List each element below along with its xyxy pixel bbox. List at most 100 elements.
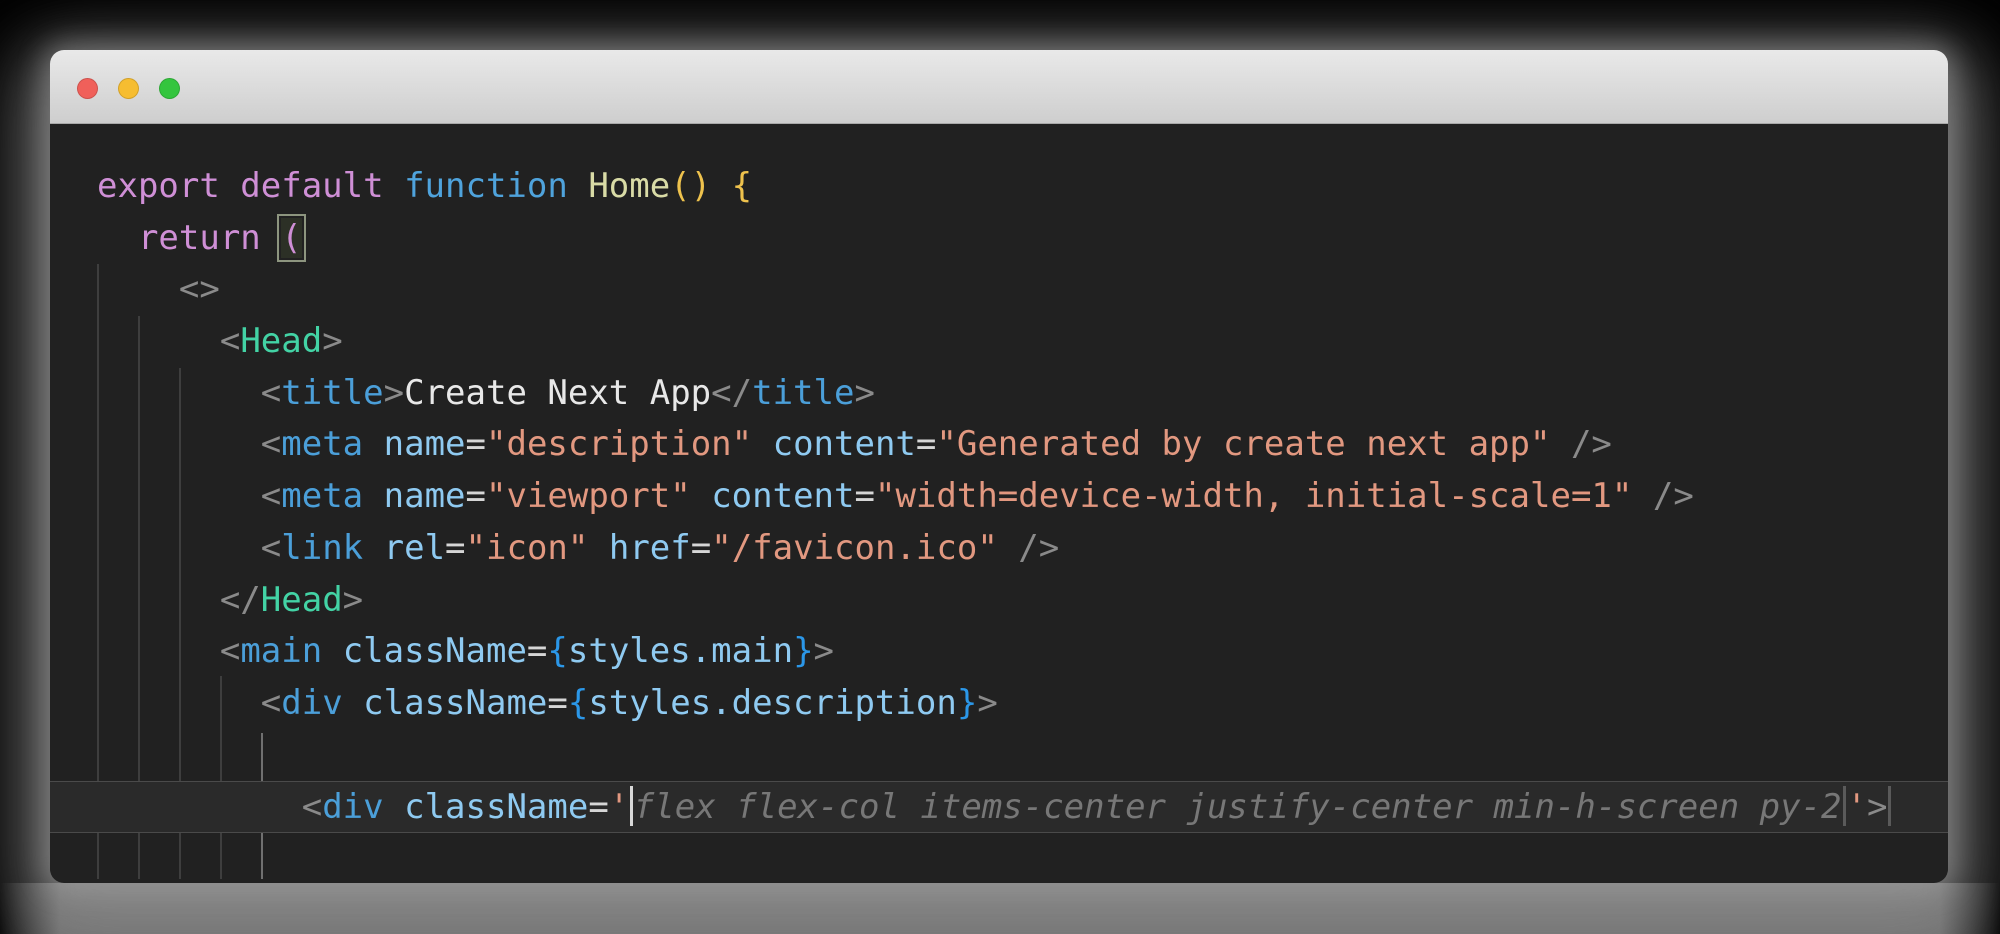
code-line[interactable]: <meta name="viewport" content="width=dev… xyxy=(50,471,1948,523)
token-kw: return xyxy=(138,218,261,258)
ghost-boundary-bar xyxy=(1888,786,1891,826)
code-line[interactable]: <title>Create Next App</title> xyxy=(50,368,1948,420)
token-punct: > xyxy=(1867,787,1887,827)
code-line[interactable]: export default function Home() { xyxy=(50,161,1948,213)
code-area[interactable]: export default function Home() { return … xyxy=(50,124,1948,882)
token-brace: } xyxy=(957,683,977,723)
token-attr: name xyxy=(384,476,466,516)
token-plain xyxy=(261,218,281,258)
token-attr: content xyxy=(711,476,854,516)
token-attr: rel xyxy=(384,528,445,568)
traffic-lights xyxy=(77,78,180,99)
token-kw2: function xyxy=(404,166,568,206)
token-str: "description" xyxy=(486,424,752,464)
token-tag: title xyxy=(281,373,383,413)
token-plain xyxy=(363,476,383,516)
token-plain xyxy=(691,476,711,516)
token-op: = xyxy=(588,787,608,827)
token-punct: < xyxy=(261,373,281,413)
code-line[interactable]: return ( xyxy=(50,213,1948,265)
token-attr: content xyxy=(773,424,916,464)
token-comp: Head xyxy=(240,321,322,361)
token-punct: </ xyxy=(220,580,261,620)
code-line[interactable]: <> xyxy=(50,264,1948,316)
token-op: = xyxy=(691,528,711,568)
token-punct: > xyxy=(384,373,404,413)
token-brace: { xyxy=(568,683,588,723)
zoom-button[interactable] xyxy=(159,78,180,99)
token-str: "width=device-width, initial-scale=1" xyxy=(875,476,1632,516)
token-punct: < xyxy=(302,787,322,827)
text-cursor xyxy=(630,786,634,826)
minimize-button[interactable] xyxy=(118,78,139,99)
token-plain xyxy=(343,683,363,723)
token-punct: < xyxy=(261,476,281,516)
token-plain xyxy=(588,528,608,568)
token-brace: } xyxy=(793,631,813,671)
token-punct: < xyxy=(220,631,240,671)
token-str: "/favicon.ico" xyxy=(711,528,998,568)
code-line[interactable]: <meta name="description" content="Genera… xyxy=(50,419,1948,471)
token-comp: Head xyxy=(261,580,343,620)
token-punct: < xyxy=(220,321,240,361)
token-plain xyxy=(384,166,404,206)
token-brace: { xyxy=(547,631,567,671)
token-tag: div xyxy=(281,683,342,723)
code-line[interactable]: <div className={styles.description}> xyxy=(50,678,1948,730)
token-punct: > xyxy=(322,321,342,361)
code-line[interactable]: </Head> xyxy=(50,575,1948,627)
code-content: export default function Home() { return … xyxy=(50,124,1948,833)
code-line[interactable]: <Head> xyxy=(50,316,1948,368)
token-str: "icon" xyxy=(466,528,589,568)
token-plain xyxy=(998,528,1018,568)
token-tag: meta xyxy=(281,476,363,516)
code-line[interactable]: <main className={styles.main}> xyxy=(50,626,1948,678)
token-fname: Home xyxy=(588,166,670,206)
token-punct: > xyxy=(977,683,997,723)
token-str: "Generated by create next app" xyxy=(936,424,1550,464)
close-button[interactable] xyxy=(77,78,98,99)
token-attr: styles.main xyxy=(568,631,793,671)
code-line[interactable]: <link rel="icon" href="/favicon.ico" /> xyxy=(50,523,1948,575)
token-kw: ( xyxy=(281,218,301,258)
token-plain xyxy=(384,787,404,827)
editor-window: export default function Home() { return … xyxy=(50,50,1948,883)
token-tag: title xyxy=(752,373,854,413)
token-attr: className xyxy=(343,631,527,671)
token-op: = xyxy=(466,476,486,516)
token-punct: /> xyxy=(1571,424,1612,464)
token-plain xyxy=(322,631,342,671)
token-plain xyxy=(568,166,588,206)
code-line-current[interactable]: <div className='flex flex-col items-cent… xyxy=(50,781,1948,833)
token-str: "viewport" xyxy=(486,476,691,516)
token-paren: { xyxy=(732,166,752,206)
token-plain xyxy=(1632,476,1652,516)
token-str: ' xyxy=(609,787,629,827)
token-plain xyxy=(1550,424,1570,464)
token-op: = xyxy=(547,683,567,723)
token-attr: className xyxy=(363,683,547,723)
ghost-boundary-bar xyxy=(1843,786,1846,826)
token-attr: className xyxy=(404,787,588,827)
token-plain xyxy=(752,424,772,464)
token-punct: /> xyxy=(1653,476,1694,516)
token-attr: name xyxy=(384,424,466,464)
token-op: = xyxy=(916,424,936,464)
token-plain xyxy=(363,424,383,464)
token-text: Create Next App xyxy=(404,373,711,413)
token-plain xyxy=(363,528,383,568)
token-op: = xyxy=(466,424,486,464)
ghost-suggestion-text: flex flex-col items-center justify-cente… xyxy=(634,787,1842,827)
token-punct: </ xyxy=(711,373,752,413)
token-punct: > xyxy=(814,631,834,671)
token-tag: div xyxy=(322,787,383,827)
token-plain xyxy=(711,166,731,206)
token-punct: /> xyxy=(1018,528,1059,568)
code-line[interactable] xyxy=(50,730,1948,782)
token-punct: < xyxy=(261,424,281,464)
background-floor xyxy=(0,883,2000,934)
token-attr: styles.description xyxy=(588,683,956,723)
token-tag: main xyxy=(240,631,322,671)
token-kw: export default xyxy=(97,166,384,206)
window-titlebar[interactable] xyxy=(50,50,1948,124)
